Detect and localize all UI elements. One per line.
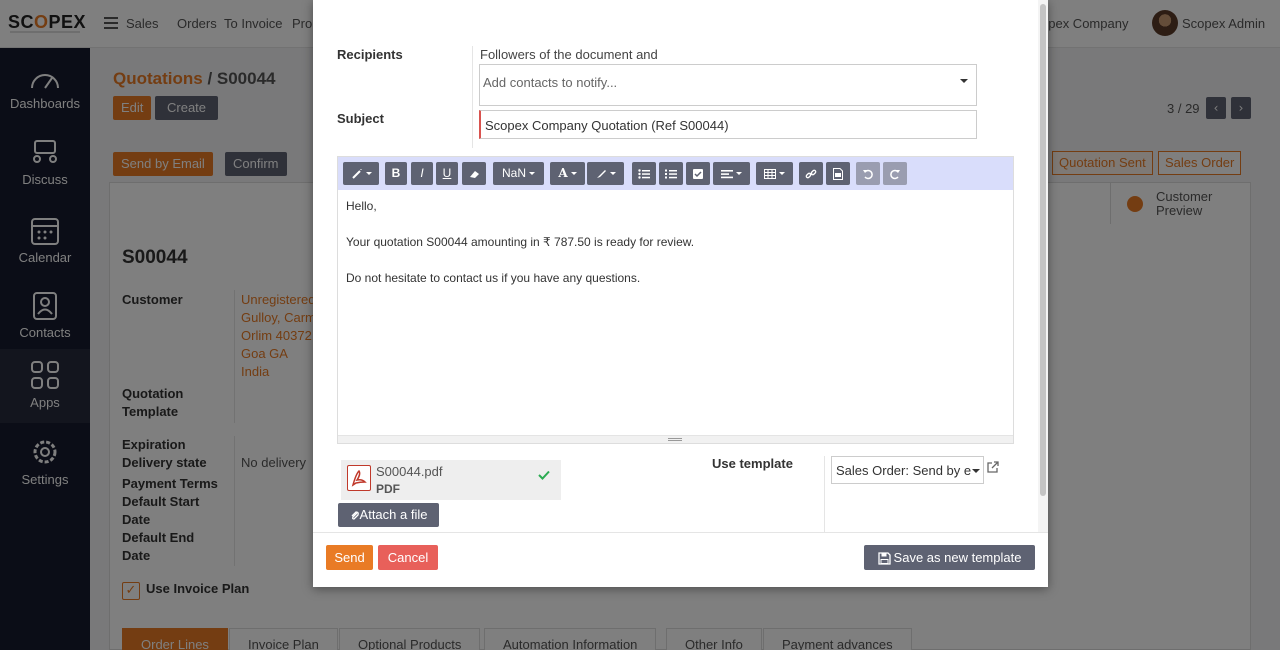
attachment-type: PDF: [376, 482, 400, 496]
contacts-input[interactable]: [483, 73, 943, 91]
email-body-line[interactable]: Hello,: [346, 199, 377, 213]
underline-button[interactable]: U: [436, 162, 458, 185]
contacts-input-wrapper[interactable]: [479, 64, 977, 106]
grip-icon: [668, 438, 682, 441]
editor-toolbar: B I U NaN A: [338, 157, 1013, 190]
label-divider: [472, 46, 473, 148]
eraser-button[interactable]: [462, 162, 486, 185]
font-color-icon: A: [558, 166, 568, 180]
redo-button[interactable]: [883, 162, 907, 185]
paintbrush-icon: [597, 169, 606, 178]
numbered-list-icon: [665, 169, 677, 179]
label-divider: [824, 456, 825, 532]
font-color-dropdown[interactable]: A: [550, 162, 585, 185]
save-as-new-template-label: Save as new template: [893, 550, 1022, 565]
attach-file-label: Attach a file: [359, 507, 428, 522]
email-body-line[interactable]: Do not hesitate to contact us if you hav…: [346, 271, 640, 285]
redo-icon: [890, 169, 900, 180]
font-size-dropdown[interactable]: NaN: [493, 162, 544, 185]
italic-button[interactable]: I: [411, 162, 433, 185]
editor-resize-handle[interactable]: [338, 435, 1013, 443]
send-button[interactable]: Send: [326, 545, 373, 570]
checklist-button[interactable]: [686, 162, 710, 185]
align-icon: [721, 169, 733, 179]
numbered-list-button[interactable]: [659, 162, 683, 185]
chevron-down-icon[interactable]: [972, 469, 980, 473]
table-icon: [764, 168, 776, 179]
body-editor[interactable]: B I U NaN A Hello, Your quotation S00044…: [337, 156, 1014, 444]
bullet-list-button[interactable]: [632, 162, 656, 185]
insert-file-button[interactable]: [826, 162, 850, 185]
link-icon: [805, 169, 817, 179]
bold-button[interactable]: B: [385, 162, 407, 185]
bullet-list-icon: [638, 169, 650, 179]
file-image-icon: [833, 167, 843, 180]
cancel-button[interactable]: Cancel: [378, 545, 438, 570]
modal-scrollbar-thumb[interactable]: [1040, 4, 1046, 496]
paragraph-align-dropdown[interactable]: [713, 162, 750, 185]
email-body-line[interactable]: Your quotation S00044 amounting in ₹ 787…: [346, 235, 694, 249]
check-icon: [538, 470, 550, 480]
magic-wand-icon: [351, 168, 362, 179]
table-dropdown[interactable]: [756, 162, 793, 185]
undo-button[interactable]: [856, 162, 880, 185]
pdf-file-icon: [347, 465, 371, 491]
followers-text: Followers of the document and: [480, 47, 658, 62]
template-select-value: Sales Order: Send by email: [836, 463, 972, 478]
external-link-icon[interactable]: [987, 461, 999, 473]
undo-icon: [863, 169, 873, 180]
style-dropdown[interactable]: [343, 162, 379, 185]
eraser-icon: [470, 170, 479, 178]
attach-file-button[interactable]: Attach a file: [338, 503, 439, 527]
insert-link-button[interactable]: [799, 162, 823, 185]
subject-label: Subject: [337, 111, 384, 126]
modal-footer-divider: [313, 532, 1048, 533]
subject-input[interactable]: [485, 116, 965, 134]
recipients-label: Recipients: [337, 47, 403, 62]
paperclip-icon: [351, 510, 359, 520]
subject-field-wrapper[interactable]: [479, 110, 977, 139]
background-color-dropdown[interactable]: [587, 162, 624, 185]
chevron-down-icon[interactable]: [960, 79, 968, 83]
checkbox-icon: [693, 168, 703, 179]
save-icon: [877, 552, 891, 565]
template-select[interactable]: Sales Order: Send by email: [831, 456, 984, 484]
attachment-card[interactable]: S00044.pdf PDF: [341, 460, 561, 500]
save-as-new-template-button[interactable]: Save as new template: [864, 545, 1035, 570]
attachment-name[interactable]: S00044.pdf: [376, 464, 443, 479]
use-template-label: Use template: [712, 456, 793, 471]
